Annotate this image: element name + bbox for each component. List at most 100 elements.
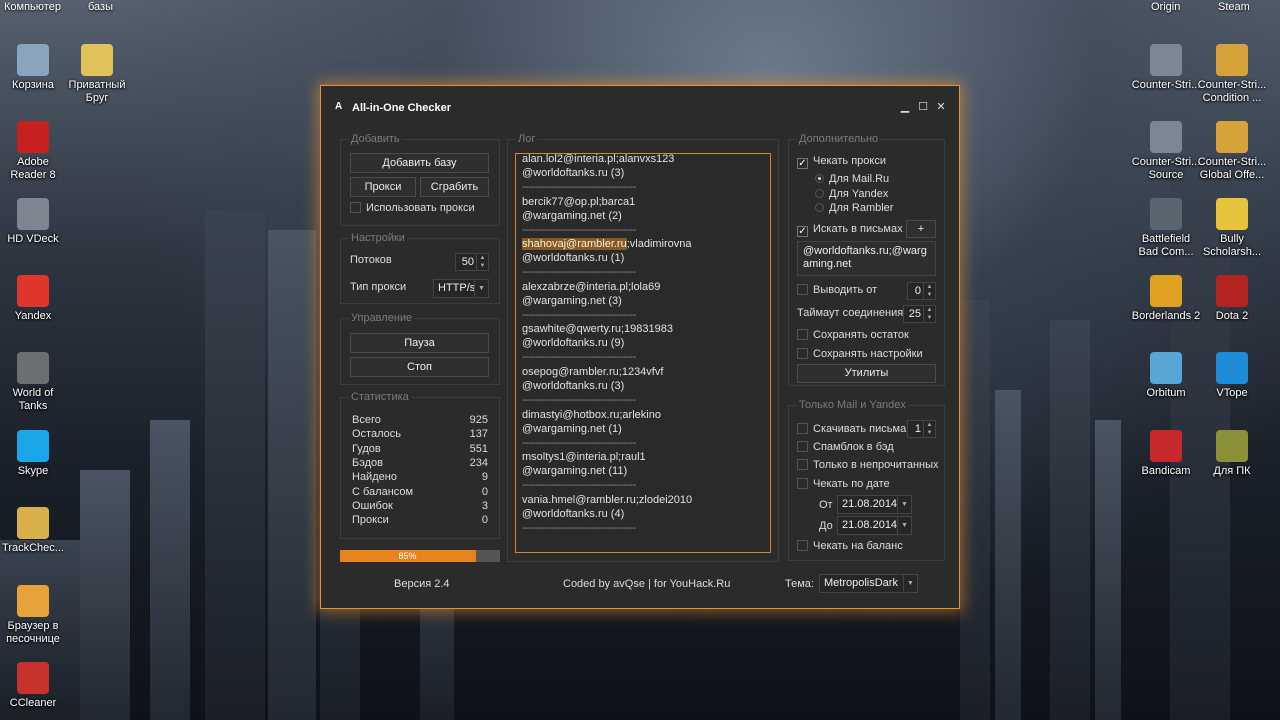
- log-entry-credentials: vania.hmel@rambler.ru;zlodei2010: [522, 493, 693, 506]
- check-by-date-checkbox[interactable]: Чекать по дате: [797, 477, 890, 491]
- log-entry-domain: @worldoftanks.ru (4): [522, 507, 625, 520]
- desktop-shortcut-label: Counter-Stri... Condition ...: [1197, 79, 1267, 104]
- stepper-arrows-icon[interactable]: ▲ ▼: [923, 283, 935, 299]
- desktop-shortcut[interactable]: Adobe Reader 8: [0, 121, 68, 182]
- maximize-button[interactable]: ☐: [914, 99, 932, 115]
- output-from-value: 0: [914, 285, 921, 297]
- radio-selected-icon: [815, 174, 824, 183]
- desktop-shortcut[interactable]: Counter-Stri... Source: [1131, 121, 1201, 182]
- sandbox-browser-icon: [17, 585, 49, 617]
- settings-group-title: Настройки: [349, 232, 407, 244]
- desktop-shortcut[interactable]: Battlefield Bad Com...: [1131, 198, 1201, 259]
- desktop-shortcut-label: HD VDeck: [7, 233, 59, 245]
- add-group: Добавить Добавить базу Прокси Сграбить И…: [340, 133, 500, 226]
- desktop-shortcut-label: Корзина: [12, 79, 54, 91]
- desktop-shortcut[interactable]: HD VDeck: [0, 198, 68, 246]
- save-rest-checkbox[interactable]: Сохранять остаток: [797, 328, 909, 342]
- desktop-shortcut-label: Skype: [17, 465, 49, 477]
- desktop-shortcut[interactable]: Bandicam: [1131, 430, 1201, 478]
- desktop-shortcut[interactable]: Для ПК: [1197, 430, 1267, 478]
- progress-label: 85%: [398, 551, 417, 561]
- save-settings-checkbox[interactable]: Сохранять настройки: [797, 347, 923, 361]
- radio-rambler[interactable]: Для Rambler: [815, 201, 893, 215]
- timeout-stepper[interactable]: 25 ▲ ▼: [903, 305, 936, 323]
- check-proxy-checkbox[interactable]: ✓ Чекать прокси: [797, 154, 886, 169]
- proxy-type-select[interactable]: HTTP/s ▼: [433, 279, 489, 298]
- stepper-arrows-icon[interactable]: ▲ ▼: [476, 254, 488, 270]
- stat-row: Всего 925: [341, 414, 499, 428]
- log-entry-domain: @worldoftanks.ru (3): [522, 380, 625, 392]
- from-label: От: [819, 499, 833, 511]
- minimize-button[interactable]: ▁: [896, 99, 914, 115]
- log-entry-credentials: shahovaj@rambler.ru;vladimirovna: [522, 238, 692, 251]
- download-letters-label: Скачивать письма: [813, 423, 907, 435]
- log-separator: ------------------------------------: [522, 394, 636, 406]
- desktop-shortcut[interactable]: Bully Scholarsh...: [1197, 198, 1267, 259]
- timeout-label: Таймаут соединения: [797, 307, 904, 319]
- pause-button[interactable]: Пауза: [350, 333, 489, 353]
- desktop-shortcut[interactable]: Counter-Stri... Global Offe...: [1197, 121, 1267, 182]
- search-letters-checkbox[interactable]: ✓ Искать в письмах: [797, 222, 903, 237]
- search-text-input[interactable]: @worldoftanks.ru;@wargaming.net: [797, 241, 936, 276]
- stat-value: 137: [469, 428, 488, 441]
- desktop-shortcut-label: Bully Scholarsh...: [1202, 233, 1262, 258]
- log-entry: osepog@rambler.ru;1234vfvf @worldoftanks.…: [522, 365, 762, 407]
- log-textarea[interactable]: alan.lol2@interia.pl;alanvxs123 @worldoft…: [515, 153, 771, 553]
- desktop-shortcut[interactable]: VTope: [1197, 352, 1267, 400]
- desktop-shortcut[interactable]: Браузер в песочнице: [0, 585, 68, 646]
- chevron-down-icon: ▼: [897, 496, 911, 513]
- unread-only-checkbox[interactable]: Только в непрочитанных: [797, 458, 939, 472]
- battlefield-icon: [1150, 198, 1182, 230]
- desktop-label-bases[interactable]: базы: [88, 1, 113, 13]
- download-letters-stepper[interactable]: 1 ▲ ▼: [907, 420, 936, 438]
- log-separator: ------------------------------------: [522, 223, 636, 236]
- radio-rambler-label: Для Rambler: [829, 202, 894, 214]
- stepper-arrows-icon[interactable]: ▲ ▼: [923, 421, 935, 437]
- use-proxy-checkbox[interactable]: Использовать прокси: [350, 201, 475, 215]
- log-entry-credentials: alan.lol2@interia.pl;alanvxs123: [522, 153, 675, 165]
- utilities-button[interactable]: Утилиты: [797, 364, 936, 383]
- output-from-checkbox[interactable]: Выводить от: [797, 283, 877, 297]
- title-bar[interactable]: A All-in-One Checker ▁ ☐ ✕: [321, 86, 959, 120]
- download-letters-checkbox[interactable]: Скачивать письма: [797, 422, 906, 436]
- radio-yandex[interactable]: Для Yandex: [815, 187, 888, 201]
- threads-stepper[interactable]: 50 ▲ ▼: [455, 253, 489, 271]
- desktop-shortcut[interactable]: World of Tanks: [0, 352, 68, 413]
- desktop-shortcut[interactable]: Counter-Stri...: [1131, 44, 1201, 92]
- theme-select[interactable]: MetropolisDark ▼: [819, 574, 918, 593]
- to-date-picker[interactable]: 21.08.2014 ▼: [837, 516, 912, 535]
- yandex-browser-icon: [17, 275, 49, 307]
- checkmark-icon: ✓: [797, 226, 808, 237]
- desktop-label-steam[interactable]: Steam: [1218, 1, 1250, 13]
- from-date-picker[interactable]: 21.08.2014 ▼: [837, 495, 912, 514]
- desktop-shortcut[interactable]: Borderlands 2: [1131, 275, 1201, 323]
- proxy-button[interactable]: Прокси: [350, 177, 416, 197]
- desktop-shortcut[interactable]: Корзина: [0, 44, 68, 92]
- log-entry-domain: @wargaming.net (2): [522, 209, 622, 222]
- check-balance-checkbox[interactable]: Чекать на баланс: [797, 539, 903, 553]
- desktop-shortcut[interactable]: Counter-Stri... Condition ...: [1197, 44, 1267, 105]
- grab-button[interactable]: Сграбить: [420, 177, 489, 197]
- radio-mailru[interactable]: Для Mail.Ru: [815, 172, 889, 186]
- app-logo-icon: A: [335, 101, 343, 112]
- desktop-shortcut[interactable]: Skype: [0, 430, 68, 478]
- desktop-label-origin[interactable]: Origin: [1151, 1, 1180, 13]
- output-from-stepper[interactable]: 0 ▲ ▼: [907, 282, 936, 300]
- log-entry-domain: @worldoftanks.ru (1): [522, 252, 625, 265]
- stop-button[interactable]: Стоп: [350, 357, 489, 377]
- stat-name: Гудов: [352, 442, 381, 455]
- add-base-button[interactable]: Добавить базу: [350, 153, 489, 173]
- desktop-shortcut[interactable]: CCleaner: [0, 662, 68, 710]
- desktop-shortcut[interactable]: Dota 2: [1197, 275, 1267, 323]
- desktop-shortcut-label: TrackChec...: [2, 542, 64, 554]
- close-button[interactable]: ✕: [932, 99, 950, 115]
- desktop-shortcut[interactable]: Yandex: [0, 275, 68, 323]
- desktop-shortcut[interactable]: Orbitum: [1131, 352, 1201, 400]
- stat-row: Найдено 9: [341, 471, 499, 485]
- desktop-shortcut[interactable]: Приватный Бруг: [62, 44, 132, 105]
- desktop-label-computer[interactable]: Компьютер: [4, 1, 61, 13]
- stepper-arrows-icon[interactable]: ▲ ▼: [923, 306, 935, 322]
- desktop-shortcut[interactable]: TrackChec...: [0, 507, 68, 555]
- add-search-button[interactable]: +: [906, 220, 936, 238]
- spamblock-checkbox[interactable]: Спамблок в бэд: [797, 440, 894, 454]
